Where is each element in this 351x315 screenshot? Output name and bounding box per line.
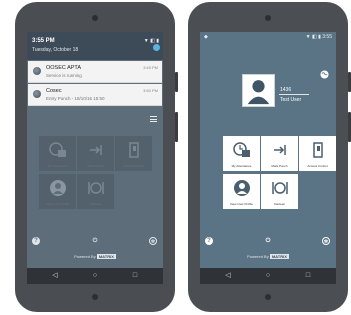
brand-logo: MATRIX <box>269 254 289 259</box>
user-profile-icon <box>49 180 66 196</box>
status-app-icon: ◆ <box>204 34 208 40</box>
shade-time: 3:55 PM <box>32 38 55 44</box>
notification-subtitle: Entry Punch - 18/10/16 15:50 <box>46 96 105 101</box>
tile-label: Mark Punch <box>87 164 104 168</box>
tile-label: Canteen <box>89 202 102 206</box>
user-id: 1436 <box>280 87 292 93</box>
android-navbar: ◁ ○ □ <box>200 268 336 284</box>
recents-icon[interactable]: □ <box>304 272 312 280</box>
settings-icon[interactable]: ✻ <box>149 237 157 245</box>
back-icon[interactable]: ◁ <box>224 272 232 280</box>
account-icon[interactable] <box>153 44 160 51</box>
notification-item[interactable]: OOSEC APTA Service is running 3:45 PM <box>28 61 162 83</box>
right-phone: ◆ ▼ ◧ ▮ 3:55 1436 Test User My Attendanc… <box>188 2 351 312</box>
canteen-icon <box>87 182 104 194</box>
tile-view-user-profile[interactable]: View User Profile <box>223 174 260 209</box>
tile-label: Access Control <box>123 164 144 168</box>
globe-icon[interactable] <box>320 70 329 79</box>
user-profile-icon <box>233 180 250 196</box>
tile-label: Canteen <box>273 202 286 206</box>
app-icon <box>33 67 41 75</box>
powered-by-text: Powered By <box>247 254 269 259</box>
bottom-speaker <box>265 294 271 300</box>
power-icon[interactable]: ⏻ <box>264 237 272 245</box>
notification-time: 3:50 PM <box>143 88 158 93</box>
home-icon[interactable]: ○ <box>264 272 272 280</box>
settings-icon[interactable]: ✻ <box>322 237 330 245</box>
top-speaker <box>265 15 271 21</box>
tile-label: Access Control <box>307 164 328 168</box>
tile-canteen[interactable]: Canteen <box>261 174 298 209</box>
home-icon[interactable]: ○ <box>91 272 99 280</box>
brand-logo: MATRIX <box>96 254 116 259</box>
notification-shade[interactable]: 3:55 PM Tuesday, October 18 ▼ ◧ ▮ <box>27 32 163 60</box>
powered-by: Powered By MATRIX <box>200 254 336 259</box>
bottom-speaker <box>92 294 98 300</box>
notification-subtitle: Service is running <box>46 73 82 78</box>
tile-access-control[interactable]: Access Control <box>299 136 336 171</box>
tile-my-attendance[interactable]: My Attendance <box>39 136 76 171</box>
status-bar: ◆ ▼ ◧ ▮ 3:55 <box>200 32 336 42</box>
avatar[interactable] <box>242 74 275 107</box>
notification-time: 3:45 PM <box>143 65 158 70</box>
menu-icon[interactable] <box>150 116 157 122</box>
user-name: Test User <box>280 97 302 103</box>
attendance-icon <box>232 142 250 157</box>
top-speaker <box>92 15 98 21</box>
help-icon[interactable]: ? <box>32 237 40 245</box>
app-icon <box>33 90 41 98</box>
punch-icon <box>273 145 286 155</box>
attendance-icon <box>48 142 66 157</box>
door-icon <box>128 142 139 158</box>
back-icon[interactable]: ◁ <box>51 272 59 280</box>
tile-label: My Attendance <box>47 164 68 168</box>
tile-label: Mark Punch <box>271 164 288 168</box>
tile-canteen[interactable]: Canteen <box>77 174 114 209</box>
help-icon[interactable]: ? <box>205 237 213 245</box>
tile-label: View User Profile <box>230 202 253 206</box>
user-silhouette-icon <box>247 80 270 105</box>
tile-mark-punch[interactable]: Mark Punch <box>261 136 298 171</box>
status-icons: ▼ ◧ ▮ <box>305 34 321 40</box>
recents-icon[interactable]: □ <box>131 272 139 280</box>
tile-label: View User Profile <box>46 202 69 206</box>
tile-mark-punch[interactable]: Mark Punch <box>77 136 114 171</box>
powered-by: Powered By MATRIX <box>27 254 163 259</box>
tile-label: My Attendance <box>231 164 252 168</box>
left-screen: 3:55 PM Tuesday, October 18 ▼ ◧ ▮ OOSEC … <box>27 32 163 284</box>
divider <box>279 94 309 95</box>
volume-button <box>175 72 178 92</box>
right-screen: ◆ ▼ ◧ ▮ 3:55 1436 Test User My Attendanc… <box>200 32 336 284</box>
notification-item[interactable]: Cosec Entry Punch - 18/10/16 15:50 3:50 … <box>28 84 162 106</box>
powered-by-text: Powered By <box>74 254 96 259</box>
android-navbar: ◁ ○ □ <box>27 268 163 284</box>
canteen-icon <box>271 182 288 194</box>
notification-title: OOSEC APTA <box>46 65 82 71</box>
tile-view-user-profile[interactable]: View User Profile <box>39 174 76 209</box>
status-time: 3:55 <box>322 34 332 40</box>
notification-title: Cosec <box>46 88 62 94</box>
left-phone: 3:55 PM Tuesday, October 18 ▼ ◧ ▮ OOSEC … <box>15 2 178 312</box>
power-button <box>175 112 178 142</box>
power-icon[interactable]: ⏻ <box>91 237 99 245</box>
tile-my-attendance[interactable]: My Attendance <box>223 136 260 171</box>
tile-access-control[interactable]: Access Control <box>115 136 152 171</box>
punch-icon <box>89 145 102 155</box>
shade-date: Tuesday, October 18 <box>32 47 79 53</box>
door-icon <box>312 142 323 158</box>
